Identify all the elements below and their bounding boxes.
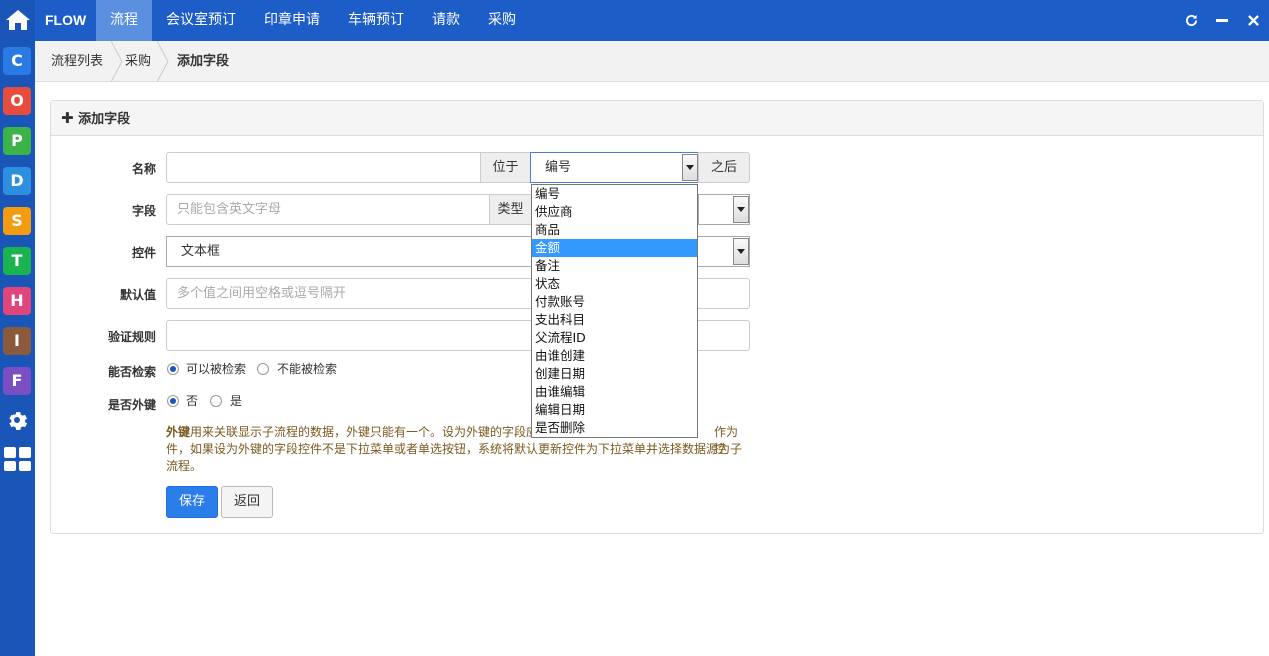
dropdown-option[interactable]: 备注	[532, 257, 697, 275]
sidebar-app-letter: T	[11, 251, 23, 270]
nav-item-2[interactable]: 印章申请	[250, 0, 334, 41]
dropdown-option[interactable]: 编号	[532, 185, 697, 203]
nav-item-0[interactable]: 流程	[96, 0, 152, 41]
gear-icon[interactable]	[3, 406, 31, 434]
field-label: 字段	[131, 204, 156, 218]
sidebar-app-letter: O	[10, 91, 24, 110]
dropdown-option[interactable]: 金额	[532, 239, 697, 257]
sidebar-app-o-icon[interactable]: O	[3, 87, 31, 115]
breadcrumb-item-purchase[interactable]: 采购	[125, 41, 151, 82]
dropdown-option[interactable]: 由谁编辑	[532, 383, 697, 401]
searchable-label: 能否检索	[107, 365, 156, 379]
sidebar-app-letter: S	[11, 211, 23, 230]
control-label: 控件	[131, 246, 156, 260]
default-label: 默认值	[119, 288, 156, 302]
dropdown-option[interactable]: 支出科目	[532, 311, 697, 329]
position-dropdown-list[interactable]: 编号 供应商 商品 金额 备注 状态 付款账号 支出科目 父流程ID 由谁创建 创建日期 由谁编辑 编辑…	[531, 184, 698, 438]
plus-icon: ✚	[61, 109, 74, 127]
sidebar-app-h-icon[interactable]: H	[3, 287, 31, 315]
grid-icon[interactable]	[3, 446, 31, 472]
panel-header: ✚ 添加字段	[51, 101, 1263, 136]
searchable-no-text: 不能被检索	[277, 362, 338, 376]
minimize-icon[interactable]	[1212, 0, 1232, 41]
sidebar-app-letter: I	[14, 331, 20, 350]
save-button[interactable]: 保存	[166, 486, 218, 518]
app-sidebar: C O P D S T H I F	[0, 0, 35, 656]
breadcrumb-item-current: 添加字段	[177, 54, 230, 69]
brand-logo[interactable]: FLOW	[45, 0, 86, 41]
nav-item-1[interactable]: 会议室预订	[152, 0, 250, 41]
sidebar-app-letter: C	[11, 51, 23, 70]
breadcrumb-item-process-list[interactable]: 流程列表	[51, 41, 103, 82]
foreign-key-yes-radio[interactable]	[210, 395, 222, 407]
help-line2: 件，如果设为外键的字段控件不是下拉菜单或者单选按钮，系统将默认更新控件为下拉菜单…	[166, 442, 743, 456]
nav-item-3[interactable]: 车辆预订	[334, 0, 418, 41]
sidebar-app-letter: F	[11, 371, 23, 390]
dropdown-option[interactable]: 编辑日期	[532, 401, 697, 419]
sidebar-app-f-icon[interactable]: F	[3, 367, 31, 395]
sidebar-app-letter: H	[10, 291, 24, 310]
searchable-yes-text: 可以被检索	[186, 362, 247, 376]
sidebar-app-d-icon[interactable]: D	[3, 167, 31, 195]
dropdown-option[interactable]: 由谁创建	[532, 347, 697, 365]
sidebar-app-i-icon[interactable]: I	[3, 327, 31, 355]
dropdown-option[interactable]: 创建日期	[532, 365, 697, 383]
dropdown-option[interactable]: 状态	[532, 275, 697, 293]
breadcrumb: 流程列表 采购 添加字段	[35, 41, 1269, 82]
after-label: 之后	[698, 152, 750, 183]
breadcrumb-separator	[110, 41, 123, 82]
back-button[interactable]: 返回	[221, 486, 273, 518]
searchable-no-radio[interactable]	[257, 363, 269, 375]
name-label: 名称	[131, 162, 156, 176]
foreign-key-label: 是否外键	[107, 398, 156, 412]
name-input[interactable]	[166, 152, 481, 183]
nav-item-5[interactable]: 采购	[474, 0, 530, 41]
field-input[interactable]	[166, 194, 490, 225]
dropdown-option[interactable]: 供应商	[532, 203, 697, 221]
help-bold: 外键	[166, 425, 191, 439]
position-select[interactable]: 编号	[530, 152, 699, 183]
type-label: 类型	[489, 194, 531, 225]
sidebar-app-letter: D	[10, 171, 24, 190]
help-line1-end: 作为控	[714, 425, 739, 456]
sidebar-app-p-icon[interactable]: P	[3, 127, 31, 155]
dropdown-option[interactable]: 父流程ID	[532, 329, 697, 347]
help-line1: 用来关联显示子流程的数据，外键只能有一个。设为外键的字段应	[190, 425, 539, 439]
refresh-icon[interactable]	[1181, 0, 1201, 41]
breadcrumb-separator	[156, 41, 169, 82]
position-label: 位于	[480, 152, 531, 183]
dropdown-option[interactable]: 是否删除	[532, 419, 697, 437]
sidebar-app-s-icon[interactable]: S	[3, 207, 31, 235]
dropdown-option[interactable]: 商品	[532, 221, 697, 239]
searchable-yes-radio[interactable]	[167, 363, 179, 375]
sidebar-app-c-icon[interactable]: C	[3, 47, 31, 75]
foreign-key-yes-text: 是	[230, 394, 243, 408]
sidebar-app-t-icon[interactable]: T	[3, 247, 31, 275]
foreign-key-no-radio[interactable]	[167, 395, 179, 407]
validation-label: 验证规则	[107, 330, 156, 344]
sidebar-app-letter: P	[11, 131, 23, 150]
home-icon[interactable]	[0, 0, 35, 40]
top-navbar: FLOW 流程 会议室预订 印章申请 车辆预订 请款 采购	[35, 0, 1269, 41]
position-select-value: 编号	[545, 160, 572, 175]
foreign-key-no-text: 否	[186, 394, 199, 408]
control-select-value: 文本框	[181, 244, 221, 259]
nav-item-4[interactable]: 请款	[418, 0, 474, 41]
panel-title: 添加字段	[78, 112, 131, 127]
dropdown-option[interactable]: 付款账号	[532, 293, 697, 311]
main-nav: 流程 会议室预订 印章申请 车辆预订 请款 采购	[96, 0, 530, 41]
help-line3: 流程。	[166, 459, 203, 473]
chevron-down-icon[interactable]	[682, 154, 698, 181]
chevron-down-icon[interactable]	[733, 238, 749, 265]
chevron-down-icon[interactable]	[733, 196, 749, 223]
close-icon[interactable]	[1243, 0, 1263, 41]
